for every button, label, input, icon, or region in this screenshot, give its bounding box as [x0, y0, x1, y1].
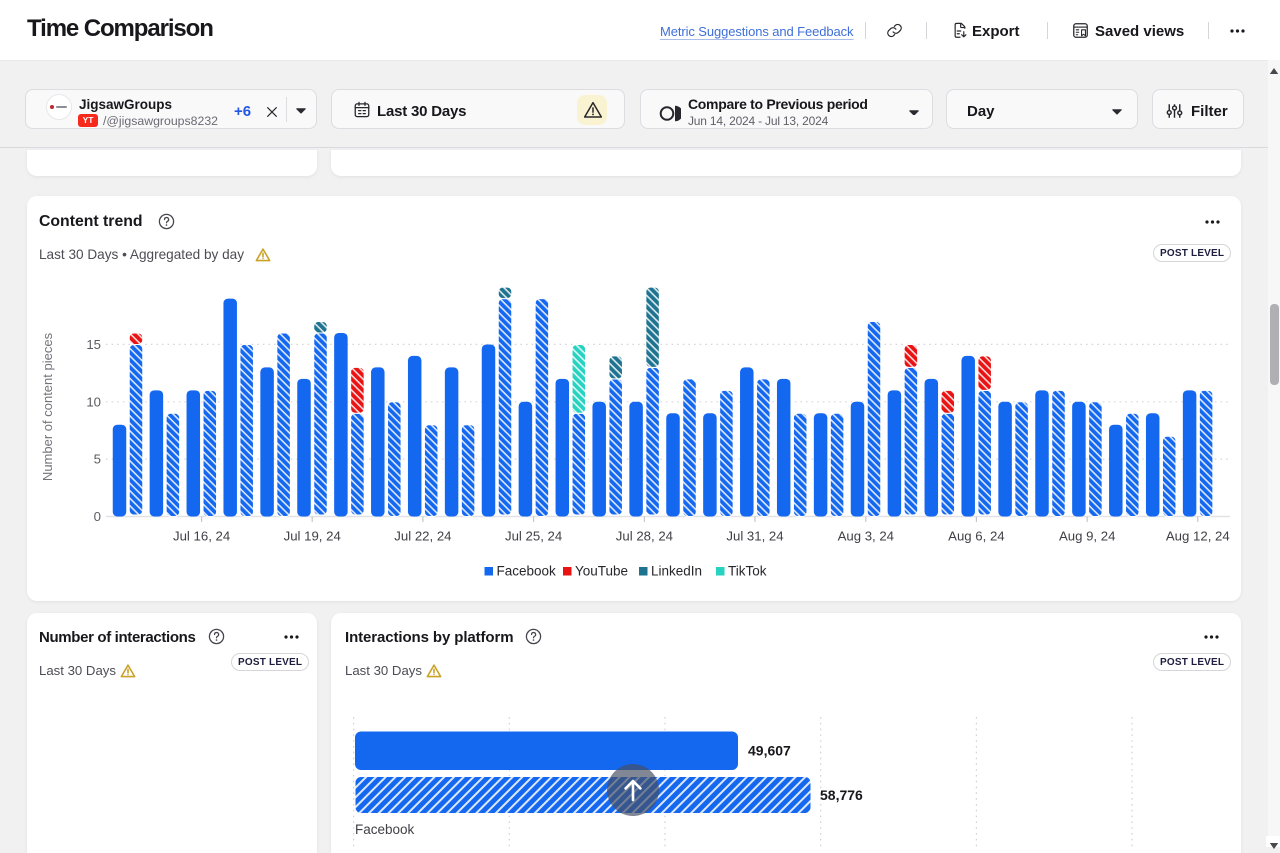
svg-text:TikTok: TikTok: [728, 564, 767, 579]
svg-text:Aug 9, 24: Aug 9, 24: [1059, 529, 1115, 544]
svg-text:YouTube: YouTube: [575, 564, 628, 579]
svg-text:Facebook: Facebook: [355, 822, 415, 837]
svg-text:Jul 16, 24: Jul 16, 24: [173, 529, 230, 544]
svg-text:Aug 12, 24: Aug 12, 24: [1166, 529, 1230, 544]
svg-text:LinkedIn: LinkedIn: [651, 564, 702, 579]
svg-text:Facebook: Facebook: [497, 564, 557, 579]
svg-text:0: 0: [94, 509, 101, 524]
svg-text:Jul 31, 24: Jul 31, 24: [726, 529, 783, 544]
svg-text:Number of content pieces: Number of content pieces: [40, 332, 55, 481]
svg-text:58,776: 58,776: [820, 787, 863, 803]
svg-text:Jul 28, 24: Jul 28, 24: [616, 529, 673, 544]
svg-text:49,607: 49,607: [748, 743, 791, 759]
svg-text:Jul 25, 24: Jul 25, 24: [505, 529, 562, 544]
svg-text:Jul 19, 24: Jul 19, 24: [284, 529, 341, 544]
svg-text:Aug 3, 24: Aug 3, 24: [838, 529, 894, 544]
svg-text:5: 5: [94, 452, 101, 467]
svg-text:10: 10: [86, 394, 101, 409]
svg-text:Jul 22, 24: Jul 22, 24: [394, 529, 451, 544]
svg-text:Aug 6, 24: Aug 6, 24: [948, 529, 1004, 544]
svg-text:15: 15: [86, 337, 101, 352]
